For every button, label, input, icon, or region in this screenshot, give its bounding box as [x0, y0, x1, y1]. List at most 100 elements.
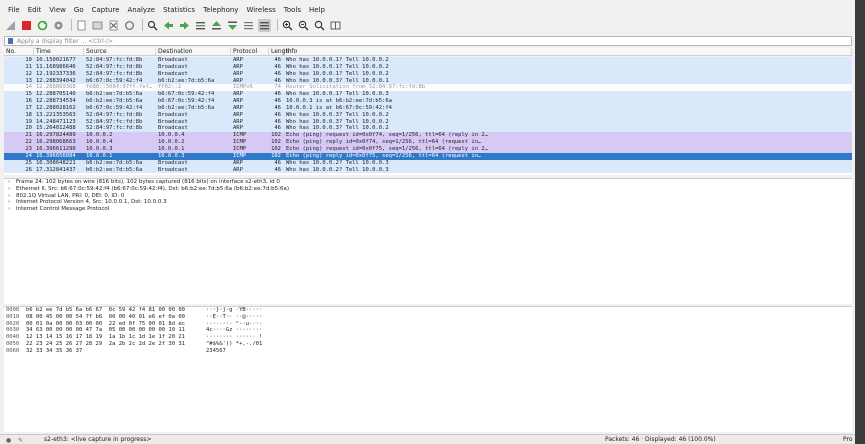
hex-ascii[interactable]: ········ "··u···· [206, 321, 286, 328]
menu-go[interactable]: Go [74, 6, 84, 14]
restart-icon[interactable] [36, 19, 49, 32]
hex-ascii[interactable]: "#$%&'() *+,-./01 [206, 341, 286, 348]
hex-offset[interactable]: 0000 [4, 307, 26, 314]
zoom-out-icon[interactable] [297, 19, 310, 32]
packet-row[interactable]: 17 12.288028162 b6:67:0c:59:42:f4 b6:b2:ee:… [4, 104, 852, 112]
hex-bytes[interactable]: 34 63 00 00 00 00 47 7a 05 00 00 00 00 0… [26, 327, 206, 334]
menu-file[interactable]: File [8, 6, 20, 14]
packet-bytes-pane[interactable]: 0000 b6 b2 ee 7d b5 6a b6 67 0c 59 42 f4 … [4, 306, 852, 432]
detail-tree-item[interactable]: › Frame 24: 102 bytes on wire (816 bits),… [4, 179, 852, 186]
hex-bytes[interactable]: b6 b2 ee 7d b5 6a b6 67 0c 59 42 f4 81 0… [26, 307, 206, 314]
expand-arrow-icon[interactable]: › [8, 186, 16, 193]
packet-row[interactable]: 21 16.297824489 10.0.0.2 10.0.0.4 ICMP 102 Ech… [4, 132, 852, 140]
packet-cell-info: Who has 10.0.0.1? Tell 10.0.0.3 [286, 91, 389, 98]
hex-bytes[interactable]: 32 33 34 35 36 37 [26, 348, 206, 355]
packet-row[interactable]: 19 14.248471123 52:84:97:fc:fd:8b Broadcast… [4, 118, 852, 126]
colorize-icon[interactable] [258, 18, 271, 32]
packet-row[interactable]: 15 12.288705140 b6:b2:ee:7d:b5:6a b6:67:0c:… [4, 91, 852, 99]
packet-cell-time: 11.168986646 [36, 63, 76, 70]
packet-row[interactable]: 10 10.150021677 52:84:97:fc:fd:8b Broadcast… [4, 57, 852, 64]
detail-tree-item[interactable]: › Ethernet II, Src: b6:67:0c:59:42:f4 (b6… [4, 186, 852, 193]
menu-view[interactable]: View [49, 6, 66, 14]
column-header-protocol[interactable]: Protocol [231, 48, 269, 55]
find-icon[interactable] [146, 19, 159, 32]
expand-arrow-icon[interactable]: › [8, 193, 16, 200]
expand-arrow-icon[interactable]: › [8, 206, 16, 213]
packet-row[interactable]: 24 16.396656084 10.0.0.1 10.0.0.3 ICMP 102 Ech… [4, 152, 852, 160]
stop-icon[interactable] [20, 19, 33, 32]
hex-offset[interactable]: 0010 [4, 314, 26, 321]
hex-ascii[interactable]: 234567 [206, 348, 286, 355]
zoom-in-icon[interactable] [281, 19, 294, 32]
packet-cell-time: 12.288869368 [36, 84, 76, 91]
capture-comment-icon[interactable]: ✎ [18, 437, 24, 444]
last-packet-icon[interactable] [226, 19, 239, 32]
packet-row[interactable]: 22 16.298068663 10.0.0.4 10.0.0.2 ICMP 102 Ech… [4, 139, 852, 146]
status-profile[interactable]: Pro [843, 436, 853, 443]
hex-offset[interactable]: 0030 [4, 327, 26, 334]
menu-wireless[interactable]: Wireless [246, 6, 275, 14]
packet-cell-info: 10.0.0.1 is at b6:67:0c:59:42:f4 [286, 104, 392, 111]
go-to-packet-icon[interactable] [194, 19, 207, 32]
close-file-icon[interactable] [107, 19, 120, 32]
hex-bytes[interactable]: 08 00 45 00 00 54 7f b6 00 00 40 01 e6 e… [26, 314, 206, 321]
menu-statistics[interactable]: Statistics [163, 6, 195, 14]
expand-arrow-icon[interactable]: › [8, 179, 16, 186]
resize-columns-icon[interactable] [329, 19, 342, 32]
packet-row[interactable]: 18 13.221353563 52:84:97:fc:fd:8b Broadcast… [4, 111, 852, 119]
packet-row[interactable]: 26 17.312841437 b6:b2:ee:7d:b5:6a Broadcast… [4, 166, 852, 174]
packet-cell-no: 13 [25, 77, 32, 84]
column-header-length[interactable]: Length [269, 48, 292, 55]
hex-offset[interactable]: 0040 [4, 334, 26, 341]
expert-info-icon[interactable]: ● [6, 437, 12, 444]
detail-tree-item[interactable]: › Internet Protocol Version 4, Src: 10.0.… [4, 199, 852, 206]
shark-fin-icon[interactable] [4, 19, 17, 32]
packet-details-pane[interactable]: › Frame 24: 102 bytes on wire (816 bits),… [4, 178, 852, 304]
menu-tools[interactable]: Tools [284, 6, 301, 14]
back-arrow-icon[interactable] [162, 19, 175, 32]
column-header-source[interactable]: Source [84, 48, 156, 55]
menu-edit[interactable]: Edit [28, 6, 42, 14]
hex-ascii[interactable]: ···}·j·g ·YB····· [206, 307, 286, 314]
reload-icon[interactable] [123, 19, 136, 32]
packet-row[interactable]: 25 16.308648221 b6:b2:ee:7d:b5:6a Broadcast… [4, 159, 852, 167]
hex-ascii[interactable]: ········ ······ ! [206, 334, 286, 341]
column-header-no[interactable]: No. [4, 48, 34, 55]
menu-help[interactable]: Help [309, 6, 325, 14]
display-filter-input[interactable]: Apply a display filter ... <Ctrl-/> [4, 36, 852, 46]
bookmark-icon[interactable] [8, 38, 13, 44]
expand-arrow-icon[interactable]: › [8, 199, 16, 206]
packet-row[interactable]: 20 15.264012488 52:84:97:fc:fd:8b Broadcast… [4, 125, 852, 133]
hex-offset[interactable]: 0020 [4, 321, 26, 328]
detail-tree-item[interactable]: › Internet Control Message Protocol [4, 206, 852, 213]
packet-cell-len: 46 [274, 98, 281, 105]
hex-bytes[interactable]: 12 13 14 15 16 17 18 19 1a 1b 1c 1d 1e 1… [26, 334, 206, 341]
autoscroll-icon[interactable] [242, 19, 255, 32]
packet-row[interactable]: 11 11.168986646 52:84:97:fc:fd:8b Broadcast… [4, 63, 852, 71]
forward-arrow-icon[interactable] [178, 19, 191, 32]
hex-offset[interactable]: 0060 [4, 348, 26, 355]
packet-row[interactable]: 23 16.396611290 10.0.0.3 10.0.0.1 ICMP 102 Ech… [4, 145, 852, 153]
zoom-normal-icon[interactable] [313, 19, 326, 32]
column-header-destination[interactable]: Destination [156, 48, 231, 55]
options-gear-icon[interactable] [52, 19, 65, 32]
hex-offset[interactable]: 0050 [4, 341, 26, 348]
hex-ascii[interactable]: ··E··T·· ··@····· [206, 314, 286, 321]
column-header-time[interactable]: Time [34, 48, 84, 55]
packet-row[interactable]: 14 12.288869368 fe80::5084:97ff:fef… ff02::… [4, 84, 852, 92]
packet-row[interactable]: 13 12.288394042 b6:67:0c:59:42:f4 b6:b2:ee:… [4, 77, 852, 85]
first-packet-icon[interactable] [210, 19, 223, 32]
menu-analyze[interactable]: Analyze [127, 6, 155, 14]
hex-ascii[interactable]: 4c····Gz ········ [206, 327, 286, 334]
menu-telephony[interactable]: Telephony [203, 6, 238, 14]
column-header-info[interactable]: Info [284, 48, 852, 55]
save-file-icon[interactable] [91, 19, 104, 32]
hex-bytes[interactable]: 00 01 0a 00 00 03 00 00 22 ed 0f 75 00 0… [26, 321, 206, 328]
detail-tree-item[interactable]: › 802.1Q Virtual LAN, PRI: 0, DEI: 0, ID:… [4, 193, 852, 200]
menu-capture[interactable]: Capture [92, 6, 120, 14]
packet-row[interactable]: 12 12.192337336 52:84:97:fc:fd:8b Broadcast… [4, 70, 852, 78]
packet-list[interactable]: 10 10.150021677 52:84:97:fc:fd:8b Broadcast… [4, 57, 852, 175]
packet-row[interactable]: 16 12.288734534 b6:b2:ee:7d:b5:6a b6:67:0c:… [4, 98, 852, 105]
hex-bytes[interactable]: 22 23 24 25 26 27 28 29 2a 2b 2c 2d 2e 2… [26, 341, 206, 348]
open-file-icon[interactable] [75, 19, 88, 32]
